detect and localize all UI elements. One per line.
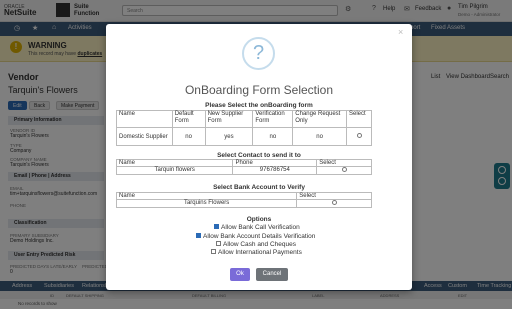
cancel-button[interactable]: Cancel <box>256 268 288 281</box>
form-select-radio[interactable] <box>356 133 362 139</box>
option-label: Allow Cash and Cheques <box>223 241 296 248</box>
verification-cell: no <box>252 127 294 146</box>
table-header-row: Name Default Form New Supplier Form Veri… <box>116 110 372 128</box>
options-title: Options <box>246 216 272 223</box>
table-header-row: Name Phone Select <box>115 159 372 167</box>
table-header-row: Name Select <box>115 192 372 200</box>
col-select: Select <box>346 110 372 128</box>
bank-account-table: Name Select Tarquins Flowers <box>115 192 372 209</box>
option-international-payments[interactable]: Allow International Payments <box>211 248 302 256</box>
contact-select-radio[interactable] <box>341 167 347 172</box>
form-name-cell: Domestic Supplier <box>116 127 173 146</box>
table-row[interactable]: Tarquins Flowers <box>115 198 372 209</box>
checkbox-checked-icon[interactable] <box>214 223 219 229</box>
bank-section-title: Select Bank Account to Verify <box>213 184 305 191</box>
option-bank-call-verification[interactable]: Allow Bank Call Verification <box>214 223 300 231</box>
change-request-cell: no <box>292 127 347 146</box>
question-icon: ? <box>242 37 275 70</box>
onboarding-form-table: Name Default Form New Supplier Form Veri… <box>116 110 372 146</box>
col-verification-form: Verification Form <box>252 110 294 128</box>
col-contact-select: Select <box>316 159 372 167</box>
option-bank-account-details-verification[interactable]: Allow Bank Account Details Verification <box>196 232 316 240</box>
col-default-form: Default Form <box>171 110 206 128</box>
bank-select-radio[interactable] <box>331 200 337 205</box>
table-row[interactable]: Tarquin flowers 976786754 <box>115 165 372 176</box>
bank-name-cell: Tarquins Flowers <box>115 198 298 209</box>
checkbox-unchecked-icon[interactable] <box>216 240 221 246</box>
contact-phone-cell: 976786754 <box>232 165 318 176</box>
col-name: Name <box>116 110 173 128</box>
new-supplier-cell: yes <box>204 127 254 146</box>
col-contact-phone: Phone <box>232 159 318 167</box>
checkbox-unchecked-icon[interactable] <box>211 248 216 254</box>
onboarding-form-modal: × ? OnBoarding Form Selection Please Sel… <box>106 24 412 290</box>
col-new-supplier-form: New Supplier Form <box>204 110 254 128</box>
option-cash-and-cheques[interactable]: Allow Cash and Cheques <box>216 240 296 248</box>
default-form-cell: no <box>171 127 206 146</box>
col-contact-name: Name <box>115 159 234 167</box>
option-label: Allow Bank Call Verification <box>221 224 300 231</box>
contact-name-cell: Tarquin flowers <box>115 165 234 176</box>
close-icon[interactable]: × <box>398 27 403 37</box>
col-bank-select: Select <box>296 192 372 200</box>
form-section-title: Please Select the onBoarding form <box>205 102 313 109</box>
contact-select-cell <box>316 165 372 176</box>
col-change-request-only: Change Request Only <box>292 110 347 128</box>
option-label: Allow Bank Account Details Verification <box>203 233 316 240</box>
form-select-cell <box>346 127 372 146</box>
col-bank-name: Name <box>115 192 298 200</box>
ok-button[interactable]: Ok <box>230 268 250 281</box>
table-row[interactable]: Domestic Supplier no yes no no <box>116 127 372 146</box>
bank-select-cell <box>296 198 372 209</box>
checkbox-checked-icon[interactable] <box>196 232 201 238</box>
contact-section-title: Select Contact to send it to <box>217 152 301 159</box>
option-label: Allow International Payments <box>218 249 302 256</box>
contact-table: Name Phone Select Tarquin flowers 976786… <box>115 159 372 176</box>
modal-title: OnBoarding Form Selection <box>184 83 334 97</box>
